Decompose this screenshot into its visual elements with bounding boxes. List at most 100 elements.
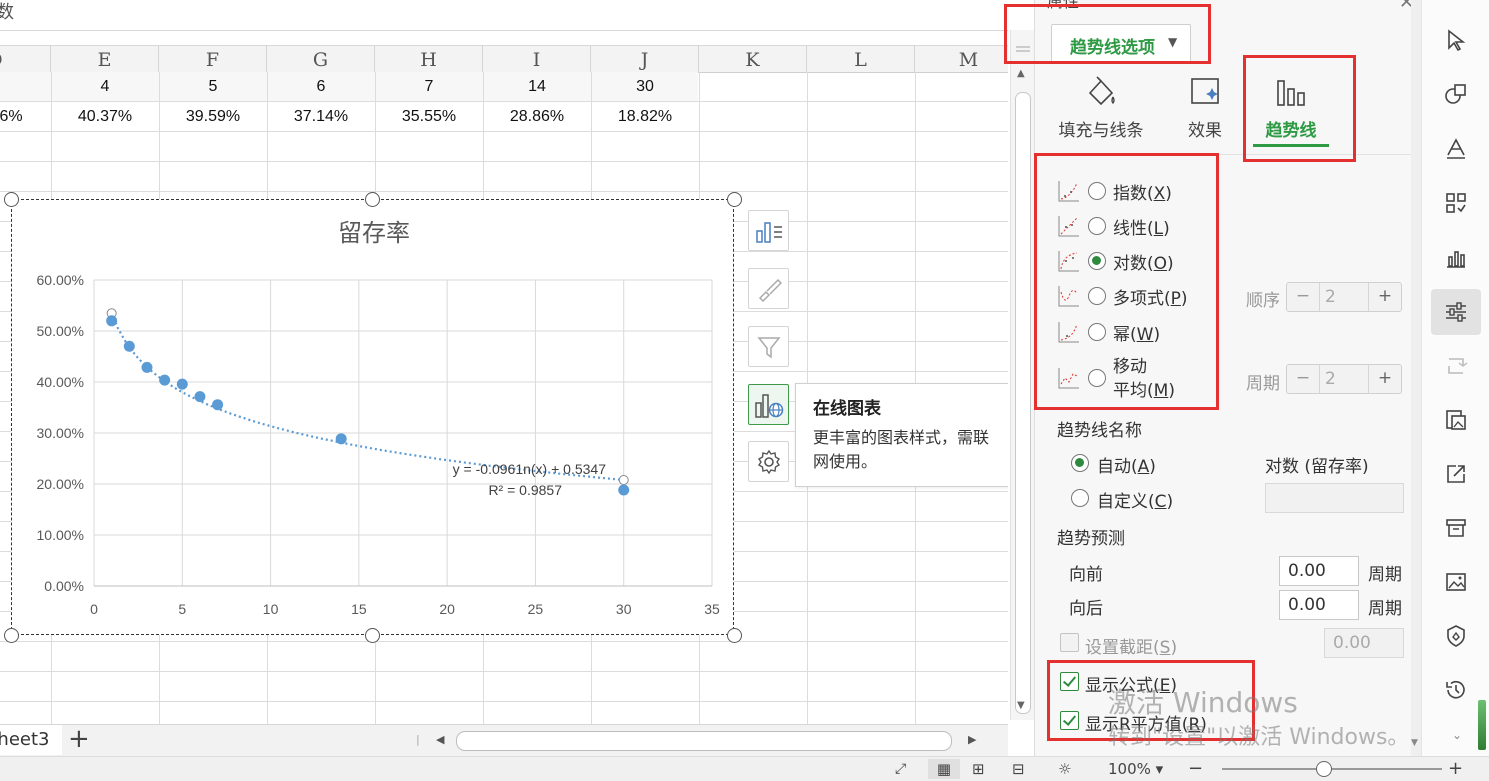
text-style-button[interactable] <box>1431 126 1481 172</box>
pane-scroll-down-arrow[interactable]: ▼ <box>1411 738 1418 748</box>
horizontal-scrollbar[interactable]: | ◀ ▶ <box>416 730 982 751</box>
share-button[interactable] <box>1431 451 1481 497</box>
page-break-view-icon[interactable]: ⊞ <box>972 759 985 779</box>
cell-j2[interactable]: 18.82% <box>591 102 699 132</box>
col-header-d[interactable]: D <box>0 46 51 72</box>
col-header-i[interactable]: I <box>483 46 591 72</box>
period-increment[interactable]: + <box>1368 365 1401 393</box>
page-layout-view-icon[interactable]: ⊟ <box>1012 759 1025 779</box>
resize-handle-tr[interactable] <box>727 192 742 207</box>
cell-g2[interactable]: 37.14% <box>267 102 375 132</box>
vertical-scroll-thumb[interactable] <box>1015 92 1031 714</box>
cell-g1[interactable]: 6 <box>267 72 375 102</box>
shapes-button[interactable] <box>1431 71 1481 117</box>
show-r2-checkbox[interactable] <box>1060 711 1079 730</box>
zoom-slider[interactable] <box>1222 768 1442 770</box>
show-equation-checkbox[interactable] <box>1060 672 1079 691</box>
col-header-g[interactable]: G <box>267 46 375 72</box>
custom-name-label[interactable]: 自定义(C) <box>1097 487 1173 512</box>
zoom-level[interactable]: 100% ▾ <box>1108 759 1163 779</box>
zoom-out-button[interactable]: − <box>1188 759 1203 779</box>
tab-trendline[interactable]: 趋势线 <box>1231 72 1351 152</box>
radio-auto-name[interactable] <box>1071 454 1089 472</box>
radio-custom-name[interactable] <box>1071 489 1089 507</box>
image-gallery-button[interactable] <box>1431 397 1481 443</box>
period-decrement[interactable]: − <box>1287 365 1320 393</box>
order-increment[interactable]: + <box>1368 283 1401 311</box>
archive-button[interactable] <box>1431 505 1481 551</box>
forward-input[interactable]: 0.00 <box>1279 556 1359 586</box>
backward-input[interactable]: 0.00 <box>1279 590 1359 620</box>
horizontal-scroll-thumb[interactable] <box>456 731 952 751</box>
spreadsheet-area[interactable]: 数 D E F G H I J K L M 3 4 5 6 7 14 <box>0 0 1008 760</box>
protect-button[interactable] <box>1431 613 1481 659</box>
show-equation-label[interactable]: 显示公式(E) <box>1085 671 1177 696</box>
resize-handle-br[interactable] <box>727 628 742 643</box>
transform-button[interactable] <box>1431 343 1481 389</box>
show-r2-label[interactable]: 显示R平方值(R) <box>1085 710 1207 735</box>
retention-chart[interactable]: 留存率 0.00% 10.00% 20.00% 30.00% 40.00% 50.00% 60… <box>12 200 732 633</box>
cell-f1[interactable]: 5 <box>159 72 267 102</box>
order-stepper[interactable]: − 2 + <box>1286 282 1402 312</box>
cell-i1[interactable]: 14 <box>483 72 591 102</box>
chart-container[interactable]: 留存率 0.00% 10.00% 20.00% 30.00% 40.00% 50.00% 60… <box>11 199 734 635</box>
period-value[interactable]: 2 <box>1325 365 1336 393</box>
intercept-input[interactable]: 0.00 <box>1324 628 1404 658</box>
cell-i2[interactable]: 28.86% <box>483 102 591 132</box>
chart-style-button[interactable] <box>748 268 789 309</box>
col-header-j[interactable]: J <box>591 46 699 72</box>
scroll-left-arrow[interactable]: ◀ <box>436 730 444 750</box>
property-button[interactable] <box>1431 289 1481 335</box>
vertical-scrollbar[interactable]: ▲ ▼ <box>1010 30 1035 720</box>
radio-logarithmic[interactable] <box>1088 252 1106 270</box>
chart-settings-button[interactable] <box>748 441 789 482</box>
resize-handle-tc[interactable] <box>365 192 380 207</box>
radio-exponential[interactable] <box>1088 182 1106 200</box>
radio-power[interactable] <box>1088 323 1106 341</box>
resize-handle-bl[interactable] <box>4 628 19 643</box>
zoom-in-button[interactable]: + <box>1448 759 1463 779</box>
radio-polynomial[interactable] <box>1088 287 1106 305</box>
zoom-slider-knob[interactable] <box>1316 761 1332 777</box>
formula-bar[interactable]: 数 <box>0 0 1008 31</box>
col-header-h[interactable]: H <box>375 46 483 72</box>
tab-fill-line[interactable]: 填充与线条 <box>1041 72 1161 152</box>
picture-button[interactable] <box>1431 559 1481 605</box>
add-sheet-button[interactable]: + <box>68 725 90 753</box>
col-header-k[interactable]: K <box>699 46 807 72</box>
eye-protection-icon[interactable]: ☼ <box>1058 759 1071 779</box>
period-stepper[interactable]: − 2 + <box>1286 364 1402 394</box>
cell-d2[interactable]: 42.86% <box>0 102 51 132</box>
chart-button[interactable] <box>1431 235 1481 281</box>
resize-handle-tl[interactable] <box>4 192 19 207</box>
set-intercept-checkbox[interactable] <box>1060 633 1079 652</box>
select-tool-button[interactable] <box>1431 17 1481 63</box>
cell-j1[interactable]: 30 <box>591 72 699 102</box>
col-header-m[interactable]: M <box>915 46 1008 72</box>
radio-moving-average[interactable] <box>1088 369 1106 387</box>
chart-filter-button[interactable] <box>748 326 789 367</box>
scroll-down-arrow[interactable]: ▼ <box>1017 700 1025 711</box>
cell-d1[interactable]: 3 <box>0 72 51 102</box>
cell-e1[interactable]: 4 <box>51 72 159 102</box>
auto-name-label[interactable]: 自动(A) <box>1097 452 1156 477</box>
col-header-f[interactable]: F <box>159 46 267 72</box>
cell-h2[interactable]: 35.55% <box>375 102 483 132</box>
sheet-tab[interactable]: Sheet3 <box>0 725 62 755</box>
cell-h1[interactable]: 7 <box>375 72 483 102</box>
resize-handle-bc[interactable] <box>365 628 380 643</box>
fullscreen-icon[interactable]: ⤢ <box>895 759 906 779</box>
chart-elements-button[interactable] <box>748 210 789 251</box>
cell-e2[interactable]: 40.37% <box>51 102 159 132</box>
apps-button[interactable] <box>1431 180 1481 226</box>
trendline-options-dropdown[interactable]: 趋势线选项 ▼ <box>1051 24 1191 64</box>
normal-view-icon[interactable]: ▦ <box>928 759 960 779</box>
order-value[interactable]: 2 <box>1325 283 1336 311</box>
custom-name-input[interactable] <box>1265 483 1404 513</box>
cell-f2[interactable]: 39.59% <box>159 102 267 132</box>
scroll-right-arrow[interactable]: ▶ <box>968 730 976 750</box>
col-header-l[interactable]: L <box>807 46 915 72</box>
order-decrement[interactable]: − <box>1287 283 1320 311</box>
history-button[interactable] <box>1431 667 1481 713</box>
radio-linear[interactable] <box>1088 217 1106 235</box>
